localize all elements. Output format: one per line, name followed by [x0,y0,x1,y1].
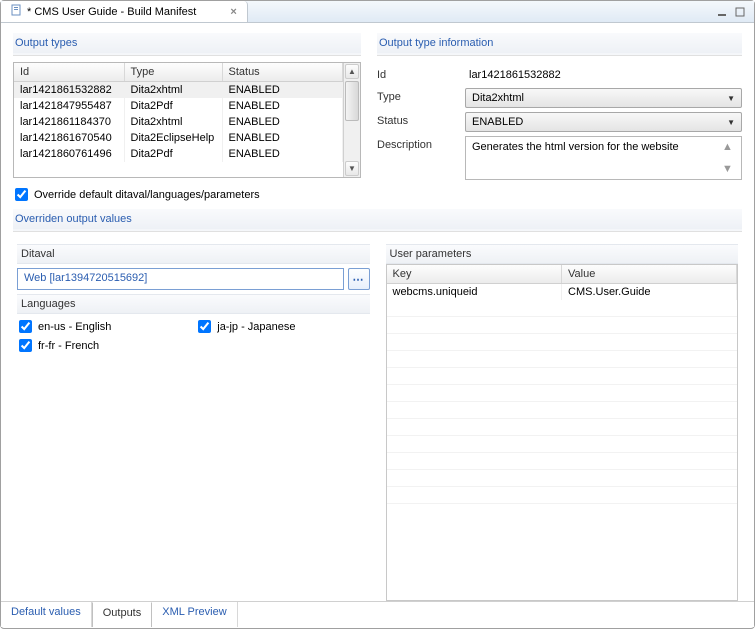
col-status[interactable]: Status [222,63,343,82]
override-checkbox-label: Override default ditaval/languages/param… [34,189,260,201]
scroll-up-icon[interactable]: ▲ [722,141,733,153]
languages-label: Languages [17,294,370,314]
scroll-up-icon[interactable]: ▲ [345,64,359,79]
ditaval-input[interactable]: Web [lar1394720515692] [17,268,344,290]
bottom-tabstrip: Default values Outputs XML Preview [1,601,754,627]
info-id-value: lar1421861532882 [465,66,742,84]
user-parameters-table[interactable]: Key Value webcms.uniqueidCMS.User.Guide [386,264,739,601]
table-row[interactable]: lar1421861184370Dita2xhtmlENABLED [14,114,343,130]
browse-button[interactable]: ⋯ [348,268,370,290]
language-item: ja-jp - Japanese [198,320,367,333]
tab-title: * CMS User Guide - Build Manifest [27,6,196,18]
language-checkbox-fr[interactable] [19,339,32,352]
status-select[interactable]: ENABLED▼ [465,112,742,132]
close-icon[interactable]: × [230,6,236,18]
ellipsis-icon: ⋯ [353,273,365,286]
table-row[interactable]: lar1421861532882Dita2xhtmlENABLED [14,82,343,99]
info-id-label: Id [377,66,457,84]
info-status-label: Status [377,112,457,132]
output-types-title: Output types [13,33,361,55]
chevron-down-icon: ▼ [727,118,735,127]
title-bar: * CMS User Guide - Build Manifest × [1,1,754,23]
tab-xml-preview[interactable]: XML Preview [152,602,237,627]
table-row[interactable]: lar1421847955487Dita2PdfENABLED [14,98,343,114]
info-description-label: Description [377,136,457,180]
type-select[interactable]: Dita2xhtml▼ [465,88,742,108]
tab-outputs[interactable]: Outputs [92,602,153,627]
col-type[interactable]: Type [124,63,222,82]
override-values-title: Overriden output values [13,209,742,231]
table-row[interactable]: lar1421860761496Dita2PdfENABLED [14,146,343,162]
document-icon [11,4,23,19]
table-row[interactable]: lar1421861670540Dita2EclipseHelpENABLED [14,130,343,146]
language-item: fr-fr - French [19,339,188,352]
col-value[interactable]: Value [562,265,737,284]
vertical-scrollbar[interactable]: ▲ ▼ [343,63,360,177]
table-row[interactable]: webcms.uniqueidCMS.User.Guide [387,284,737,301]
language-checkbox-ja[interactable] [198,320,211,333]
output-info-title: Output type information [377,33,742,55]
ditaval-label: Ditaval [17,244,370,264]
scroll-down-icon[interactable]: ▼ [345,161,359,176]
tab-default-values[interactable]: Default values [1,602,92,627]
params-label: User parameters [386,244,739,264]
chevron-down-icon: ▼ [727,94,735,103]
editor-tab[interactable]: * CMS User Guide - Build Manifest × [1,1,248,22]
minimize-icon[interactable] [716,6,728,18]
col-id[interactable]: Id [14,63,124,82]
override-checkbox[interactable] [15,188,28,201]
language-item: en-us - English [19,320,188,333]
scroll-down-icon[interactable]: ▼ [722,163,733,175]
scroll-thumb[interactable] [345,81,359,121]
output-types-table[interactable]: Id Type Status lar1421861532882Dita2xhtm… [13,62,361,178]
description-textarea[interactable]: Generates the html version for the websi… [465,136,742,180]
col-key[interactable]: Key [387,265,562,284]
info-type-label: Type [377,88,457,108]
maximize-icon[interactable] [734,6,746,18]
language-checkbox-en[interactable] [19,320,32,333]
